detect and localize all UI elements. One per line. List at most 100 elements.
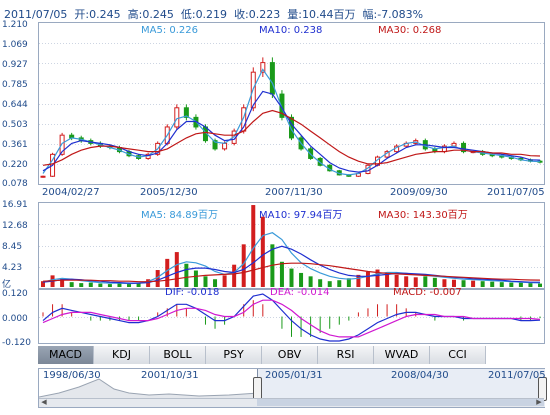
high-value: 0.245: [142, 8, 174, 21]
dif-label: DIF: -0.018: [165, 287, 220, 298]
price-y-tick: 0.785: [2, 80, 28, 90]
navigator-date: 2005/01/31: [265, 370, 323, 381]
volume-bar: [461, 280, 466, 287]
close-value: 0.223: [248, 8, 281, 21]
price-y-tick: 1.210: [2, 20, 28, 30]
volume-bar: [471, 280, 476, 287]
scroll-left-icon[interactable]: ◀: [39, 399, 49, 406]
price-y-tick: 0.220: [2, 160, 28, 170]
volume-bar: [518, 282, 523, 287]
quote-header: 2011/07/05 开:0.245 高:0.245 低:0.219 收:0.2…: [4, 6, 423, 22]
tab-psy[interactable]: PSY: [206, 346, 262, 364]
tab-kdj[interactable]: KDJ: [94, 346, 150, 364]
volume-y-tick: 8.45: [2, 242, 23, 252]
volume-y-tick: 12.68: [2, 221, 28, 231]
volume-bar: [88, 282, 93, 287]
indicator-tabs: MACD KDJ BOLL PSY OBV RSI WVAD CCI: [38, 346, 491, 364]
volume-bar: [279, 261, 284, 287]
volume-bar: [528, 283, 533, 287]
price-y-tick: 0.644: [2, 100, 28, 110]
volume-bar: [107, 284, 112, 287]
volume-bar: [337, 280, 342, 287]
volume-bar: [222, 275, 227, 287]
volume-y-tick: 4.23: [2, 263, 23, 273]
volume-bar: [490, 281, 495, 287]
volume-bar: [432, 277, 437, 287]
tab-rsi[interactable]: RSI: [318, 346, 374, 364]
tab-boll[interactable]: BOLL: [150, 346, 206, 364]
scrollbar-thumb[interactable]: [257, 399, 544, 406]
open-label: 开:: [74, 8, 90, 21]
volume-bar: [318, 279, 323, 287]
price-y-tick: 0.927: [2, 60, 28, 70]
volume-bar: [98, 283, 103, 287]
volume-bar: [184, 263, 189, 287]
candle-body: [174, 107, 180, 128]
volume-y-tick: 16.91: [2, 200, 28, 210]
price-chart[interactable]: [38, 22, 545, 185]
price-x-tick: 2007/11/30: [265, 187, 323, 198]
dea-label: DEA: -0.014: [270, 287, 330, 298]
volume-bar: [174, 252, 179, 287]
volume-bar: [499, 282, 504, 287]
volume-bar: [404, 276, 409, 287]
price-x-tick: 2004/02/27: [42, 187, 100, 198]
volume-label: 量:: [287, 8, 302, 21]
change-value: -7.083%: [377, 8, 424, 21]
navigator-scrollbar[interactable]: ◀ ▶: [39, 398, 544, 407]
volume-bar: [538, 283, 542, 287]
volume-bar: [203, 276, 208, 287]
volume-bar: [365, 271, 370, 287]
macd-y-tick: 0.120: [2, 289, 28, 299]
low-label: 低:: [180, 8, 196, 21]
close-label: 收:: [234, 8, 249, 21]
navigator-date: 2001/10/31: [141, 370, 199, 381]
navigator-date: 2008/04/30: [391, 370, 449, 381]
volume-bar: [480, 281, 485, 287]
price-x-tick: 2011/07/05: [487, 187, 545, 198]
volume-bar: [213, 279, 218, 287]
high-label: 高:: [127, 8, 143, 21]
price-ma30-label: MA30: 0.268: [378, 25, 442, 36]
price-y-tick: 0.503: [2, 120, 28, 130]
price-y-tick: 0.361: [2, 140, 28, 150]
tab-cci[interactable]: CCI: [430, 346, 486, 364]
range-navigator[interactable]: 1998/06/30 2001/10/31 2005/01/31 2008/04…: [38, 368, 547, 408]
price-x-tick: 2009/09/30: [390, 187, 448, 198]
volume-bar: [165, 258, 170, 287]
volume-bar: [413, 277, 418, 287]
volume-bar: [308, 276, 313, 287]
navigator-date: 1998/06/30: [43, 370, 101, 381]
candle-body: [269, 62, 275, 95]
macd-y-tick: 0.000: [2, 314, 28, 324]
volume-bar: [193, 270, 198, 287]
macd-y-tick: -0.120: [2, 338, 32, 348]
low-value: 0.219: [195, 8, 228, 21]
tab-obv[interactable]: OBV: [262, 346, 318, 364]
volume-value: 10.44百万: [302, 8, 356, 21]
price-y-tick: 0.078: [2, 179, 28, 189]
volume-bar: [394, 274, 399, 287]
change-label: 幅:: [362, 8, 378, 21]
volume-bar: [451, 279, 456, 287]
price-y-tick: 1.069: [2, 40, 28, 50]
tab-macd[interactable]: MACD: [38, 346, 94, 364]
volume-bar: [69, 282, 74, 287]
volume-bar: [79, 283, 84, 287]
navigator-date: 2011/07/05: [488, 370, 546, 381]
volume-ma10-label: MA10: 97.94百万: [259, 210, 343, 221]
price-ma5-label: MA5: 0.226: [141, 25, 199, 36]
volume-bar: [423, 276, 428, 287]
price-x-tick: 2005/12/30: [140, 187, 198, 198]
candle-body: [222, 142, 228, 150]
tab-wvad[interactable]: WVAD: [374, 346, 430, 364]
volume-bar: [442, 279, 447, 287]
candle-body: [40, 175, 46, 178]
volume-bar: [289, 268, 294, 287]
price-chart-svg: [39, 43, 544, 178]
price-ma10-label: MA10: 0.238: [259, 25, 323, 36]
volume-ma30-label: MA30: 143.30百万: [378, 210, 468, 221]
scroll-right-icon[interactable]: ▶: [534, 399, 544, 406]
open-value: 0.245: [89, 8, 121, 21]
volume-bar: [509, 282, 514, 287]
